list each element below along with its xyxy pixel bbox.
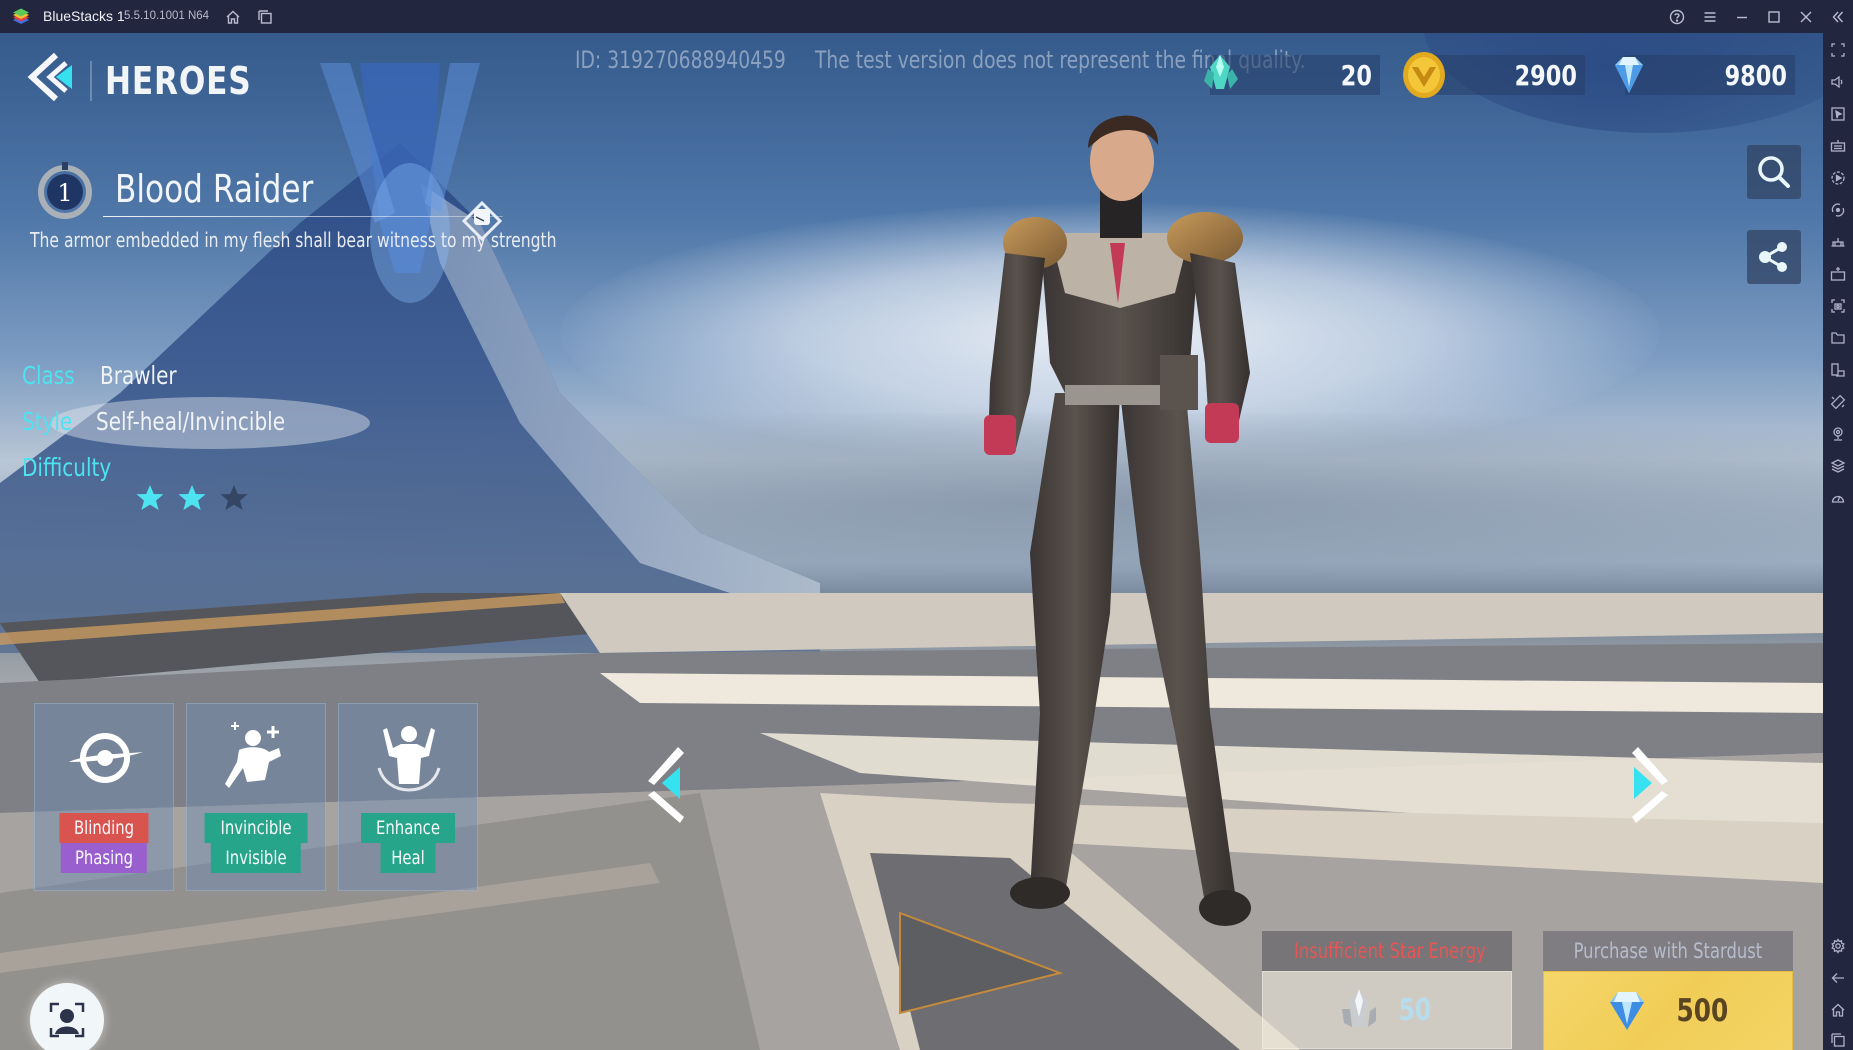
star-filled-icon (136, 485, 164, 510)
keyboard-icon[interactable] (1829, 137, 1847, 155)
diamond-counter[interactable]: 9800 (1615, 55, 1795, 95)
diamond-cost: 500 (1676, 993, 1728, 1029)
emulator-titlebar: BlueStacks 1 5.5.10.1001 N64 (0, 0, 1853, 33)
star-energy-crystal-icon (1204, 55, 1238, 89)
previous-hero-button[interactable] (640, 745, 696, 825)
skill-tag-invisible: Invisible (210, 843, 302, 873)
help-icon[interactable] (1667, 7, 1687, 27)
install-apk-icon[interactable] (1829, 265, 1847, 283)
share-button[interactable] (1747, 230, 1801, 284)
face-scan-icon (49, 1002, 85, 1038)
skill-card-blinding[interactable]: Blinding Phasing (34, 703, 174, 891)
minimize-icon[interactable] (1732, 7, 1752, 27)
insufficient-star-energy-notice: Insufficient Star Energy (1262, 931, 1512, 971)
style-label: Style (22, 407, 73, 436)
share-icon (1759, 242, 1787, 272)
location-icon[interactable] (1829, 425, 1847, 443)
recent-apps-icon[interactable] (1829, 1031, 1847, 1049)
rotate-icon[interactable] (1829, 393, 1847, 411)
purchase-with-stardust-label: Purchase with Stardust (1543, 931, 1793, 971)
gold-value: 2900 (1514, 59, 1577, 92)
class-label: Class (22, 361, 75, 390)
home-icon[interactable] (223, 7, 243, 27)
invincible-figure-icon (225, 722, 281, 788)
cloud-shadow-layer (0, 413, 1823, 593)
emulator-sidebar (1823, 33, 1853, 1050)
layers-icon[interactable] (1829, 457, 1847, 475)
star-empty-icon (220, 485, 248, 510)
hero-rank-number: 1 (57, 179, 72, 207)
hero-tagline: The armor embedded in my flesh shall bea… (30, 228, 557, 252)
header-divider (90, 61, 92, 101)
skill-tag-invincible: Invincible (204, 813, 308, 843)
macro-record-icon[interactable] (1829, 169, 1847, 187)
hero-model[interactable] (960, 93, 1280, 993)
screenshot-icon[interactable] (1829, 297, 1847, 315)
skill-card-invincible[interactable]: Invincible Invisible (186, 703, 326, 891)
hero-rank-badge: 1 (38, 162, 92, 219)
star-energy-cost: 50 (1398, 992, 1432, 1028)
hero-name-underline (103, 216, 503, 217)
bluestacks-logo-icon (13, 8, 29, 24)
diamond-value: 9800 (1724, 59, 1787, 92)
app-name: BlueStacks 1 (43, 8, 125, 24)
star-energy-value: 20 (1340, 59, 1372, 92)
skill-tag-enhance: Enhance (361, 813, 455, 843)
next-hero-button[interactable] (1620, 745, 1676, 825)
game-controls-icon[interactable] (1829, 233, 1847, 251)
gold-coin-icon (1403, 52, 1445, 98)
skill-tag-blinding: Blinding (59, 813, 149, 843)
face-scan-avatar-button[interactable] (30, 983, 104, 1050)
sync-icon[interactable] (1829, 201, 1847, 219)
skill-card-enhance[interactable]: Enhance Heal (338, 703, 478, 891)
style-value: Self-heal/Invincible (96, 407, 286, 436)
media-folder-icon[interactable] (1829, 329, 1847, 347)
settings-icon[interactable] (1829, 937, 1847, 955)
maximize-icon[interactable] (1764, 7, 1784, 27)
hero-name: Blood Raider (115, 167, 314, 211)
eco-mode-icon[interactable] (1829, 489, 1847, 507)
enhance-heal-icon (377, 726, 441, 792)
collapse-sidebar-icon[interactable] (1828, 7, 1848, 27)
star-filled-icon (178, 485, 206, 510)
multi-instance-manager-icon[interactable] (1829, 361, 1847, 379)
purchase-with-diamonds-button[interactable]: 500 (1543, 971, 1793, 1050)
multi-instance-icon[interactable] (255, 7, 275, 27)
back-nav-icon[interactable] (1829, 969, 1847, 987)
app-version: 5.5.10.1001 N64 (124, 10, 210, 22)
close-icon[interactable] (1796, 7, 1816, 27)
star-energy-counter[interactable]: 20 (1204, 55, 1380, 95)
diamond-icon (1609, 992, 1644, 1030)
user-id: ID: 319270688940459 (575, 46, 786, 74)
skill-tag-heal: Heal (380, 843, 436, 873)
menu-icon[interactable] (1700, 7, 1720, 27)
inspect-button[interactable] (1747, 145, 1801, 199)
skill-tag-phasing: Phasing (60, 843, 148, 873)
gold-counter[interactable]: 2900 (1403, 52, 1585, 98)
difficulty-rating (135, 483, 249, 513)
page-title: HEROES (105, 59, 252, 103)
home-nav-icon[interactable] (1829, 1001, 1847, 1019)
magnifier-icon (1758, 156, 1790, 188)
back-button[interactable] (26, 51, 78, 103)
pointer-icon[interactable] (1829, 105, 1847, 123)
difficulty-label: Difficulty (22, 453, 112, 482)
mountain-spire-backdrop (0, 63, 820, 653)
fullscreen-icon[interactable] (1829, 41, 1847, 59)
blinding-eye-icon (69, 733, 143, 783)
volume-icon[interactable] (1829, 73, 1847, 91)
silver-crystal-icon (1342, 989, 1377, 1027)
purchase-with-star-energy-button[interactable]: 50 (1262, 971, 1512, 1049)
diamond-icon (1615, 57, 1643, 93)
class-value: Brawler (100, 361, 177, 390)
game-viewport[interactable]: HEROES ID: 319270688940459 The test vers… (0, 33, 1823, 1050)
